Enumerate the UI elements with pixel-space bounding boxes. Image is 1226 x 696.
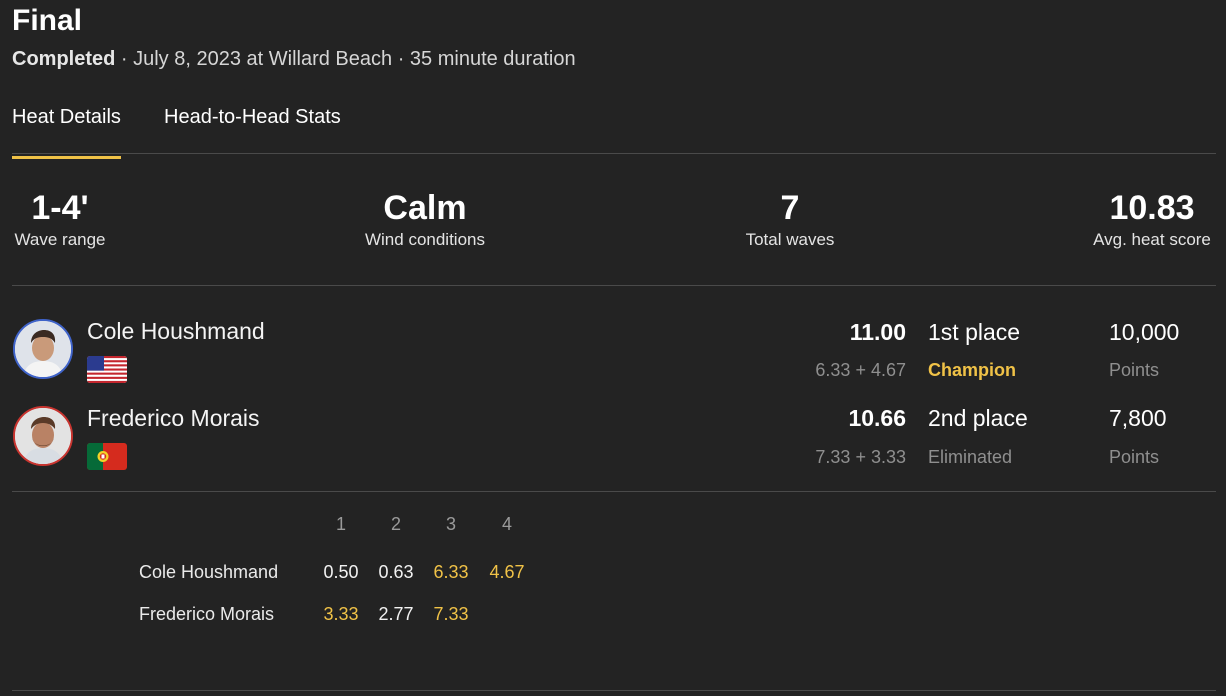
status-label: Completed: [12, 48, 116, 70]
placement: 2nd place: [928, 405, 1028, 431]
stats-divider: [12, 285, 1216, 286]
athlete-name[interactable]: Cole Houshmand: [87, 318, 265, 345]
athletes-divider: [12, 491, 1216, 492]
tab-heat-details[interactable]: Heat Details: [12, 104, 121, 159]
placement: 1st place: [928, 319, 1021, 345]
bottom-divider: [12, 690, 1216, 691]
wave-row-name: Cole Houshmand: [139, 562, 279, 582]
stat-value: 10.83: [1109, 189, 1195, 227]
stat-value: 1-4': [31, 189, 89, 227]
usa-flag-icon: [87, 356, 127, 383]
wave-score: 7.33: [433, 604, 469, 624]
wave-score: 6.33: [433, 562, 469, 582]
score-breakdown: 6.33 + 4.67: [815, 360, 906, 380]
points-label: Points: [1109, 360, 1160, 380]
athlete-name[interactable]: Frederico Morais: [87, 405, 260, 432]
stat-total-waves: 7 Total waves: [735, 186, 845, 250]
total-score: 11.00: [849, 319, 906, 345]
wave-row-name: Frederico Morais: [139, 604, 275, 624]
stat-label: Wind conditions: [364, 230, 485, 249]
wave-column-header: 4: [501, 514, 512, 534]
page-title: Final: [12, 4, 83, 37]
wave-column-header: 1: [335, 514, 346, 534]
avatar: [13, 319, 73, 379]
points-value: 10,000: [1109, 319, 1180, 345]
points-value: 7,800: [1109, 405, 1167, 431]
result-badge: Eliminated: [928, 447, 1013, 467]
wave-score: 3.33: [323, 604, 359, 624]
result-badge: Champion: [928, 360, 1016, 380]
stat-wind-conditions: Calm Wind conditions: [352, 186, 498, 250]
stat-value: 7: [780, 189, 800, 227]
points-label: Points: [1109, 447, 1160, 467]
total-score: 10.66: [848, 405, 906, 431]
wave-score: 0.50: [323, 562, 359, 582]
avatar: [13, 406, 73, 466]
stat-avg-heat-score: 10.83 Avg. heat score: [1084, 186, 1220, 250]
portugal-flag-icon: [87, 443, 127, 470]
heat-subtitle: Completed · July 8, 2023 at Willard Beac…: [12, 48, 576, 71]
stat-label: Wave range: [14, 230, 106, 249]
stat-label: Avg. heat score: [1093, 230, 1211, 249]
tab-divider: [12, 153, 1216, 154]
tab-head-to-head-stats[interactable]: Head-to-Head Stats: [164, 104, 341, 156]
wave-column-header: 2: [390, 514, 401, 534]
wave-score: 0.63: [378, 562, 414, 582]
stat-wave-range: 1-4' Wave range: [12, 186, 108, 250]
stat-value: Calm: [383, 189, 467, 227]
score-breakdown: 7.33 + 3.33: [815, 447, 906, 467]
wave-score: 2.77: [378, 604, 414, 624]
wave-score: 4.67: [489, 562, 525, 582]
heat-details: · July 8, 2023 at Willard Beach · 35 min…: [115, 48, 576, 70]
stat-label: Total waves: [745, 230, 835, 249]
wave-column-header: 3: [445, 514, 456, 534]
